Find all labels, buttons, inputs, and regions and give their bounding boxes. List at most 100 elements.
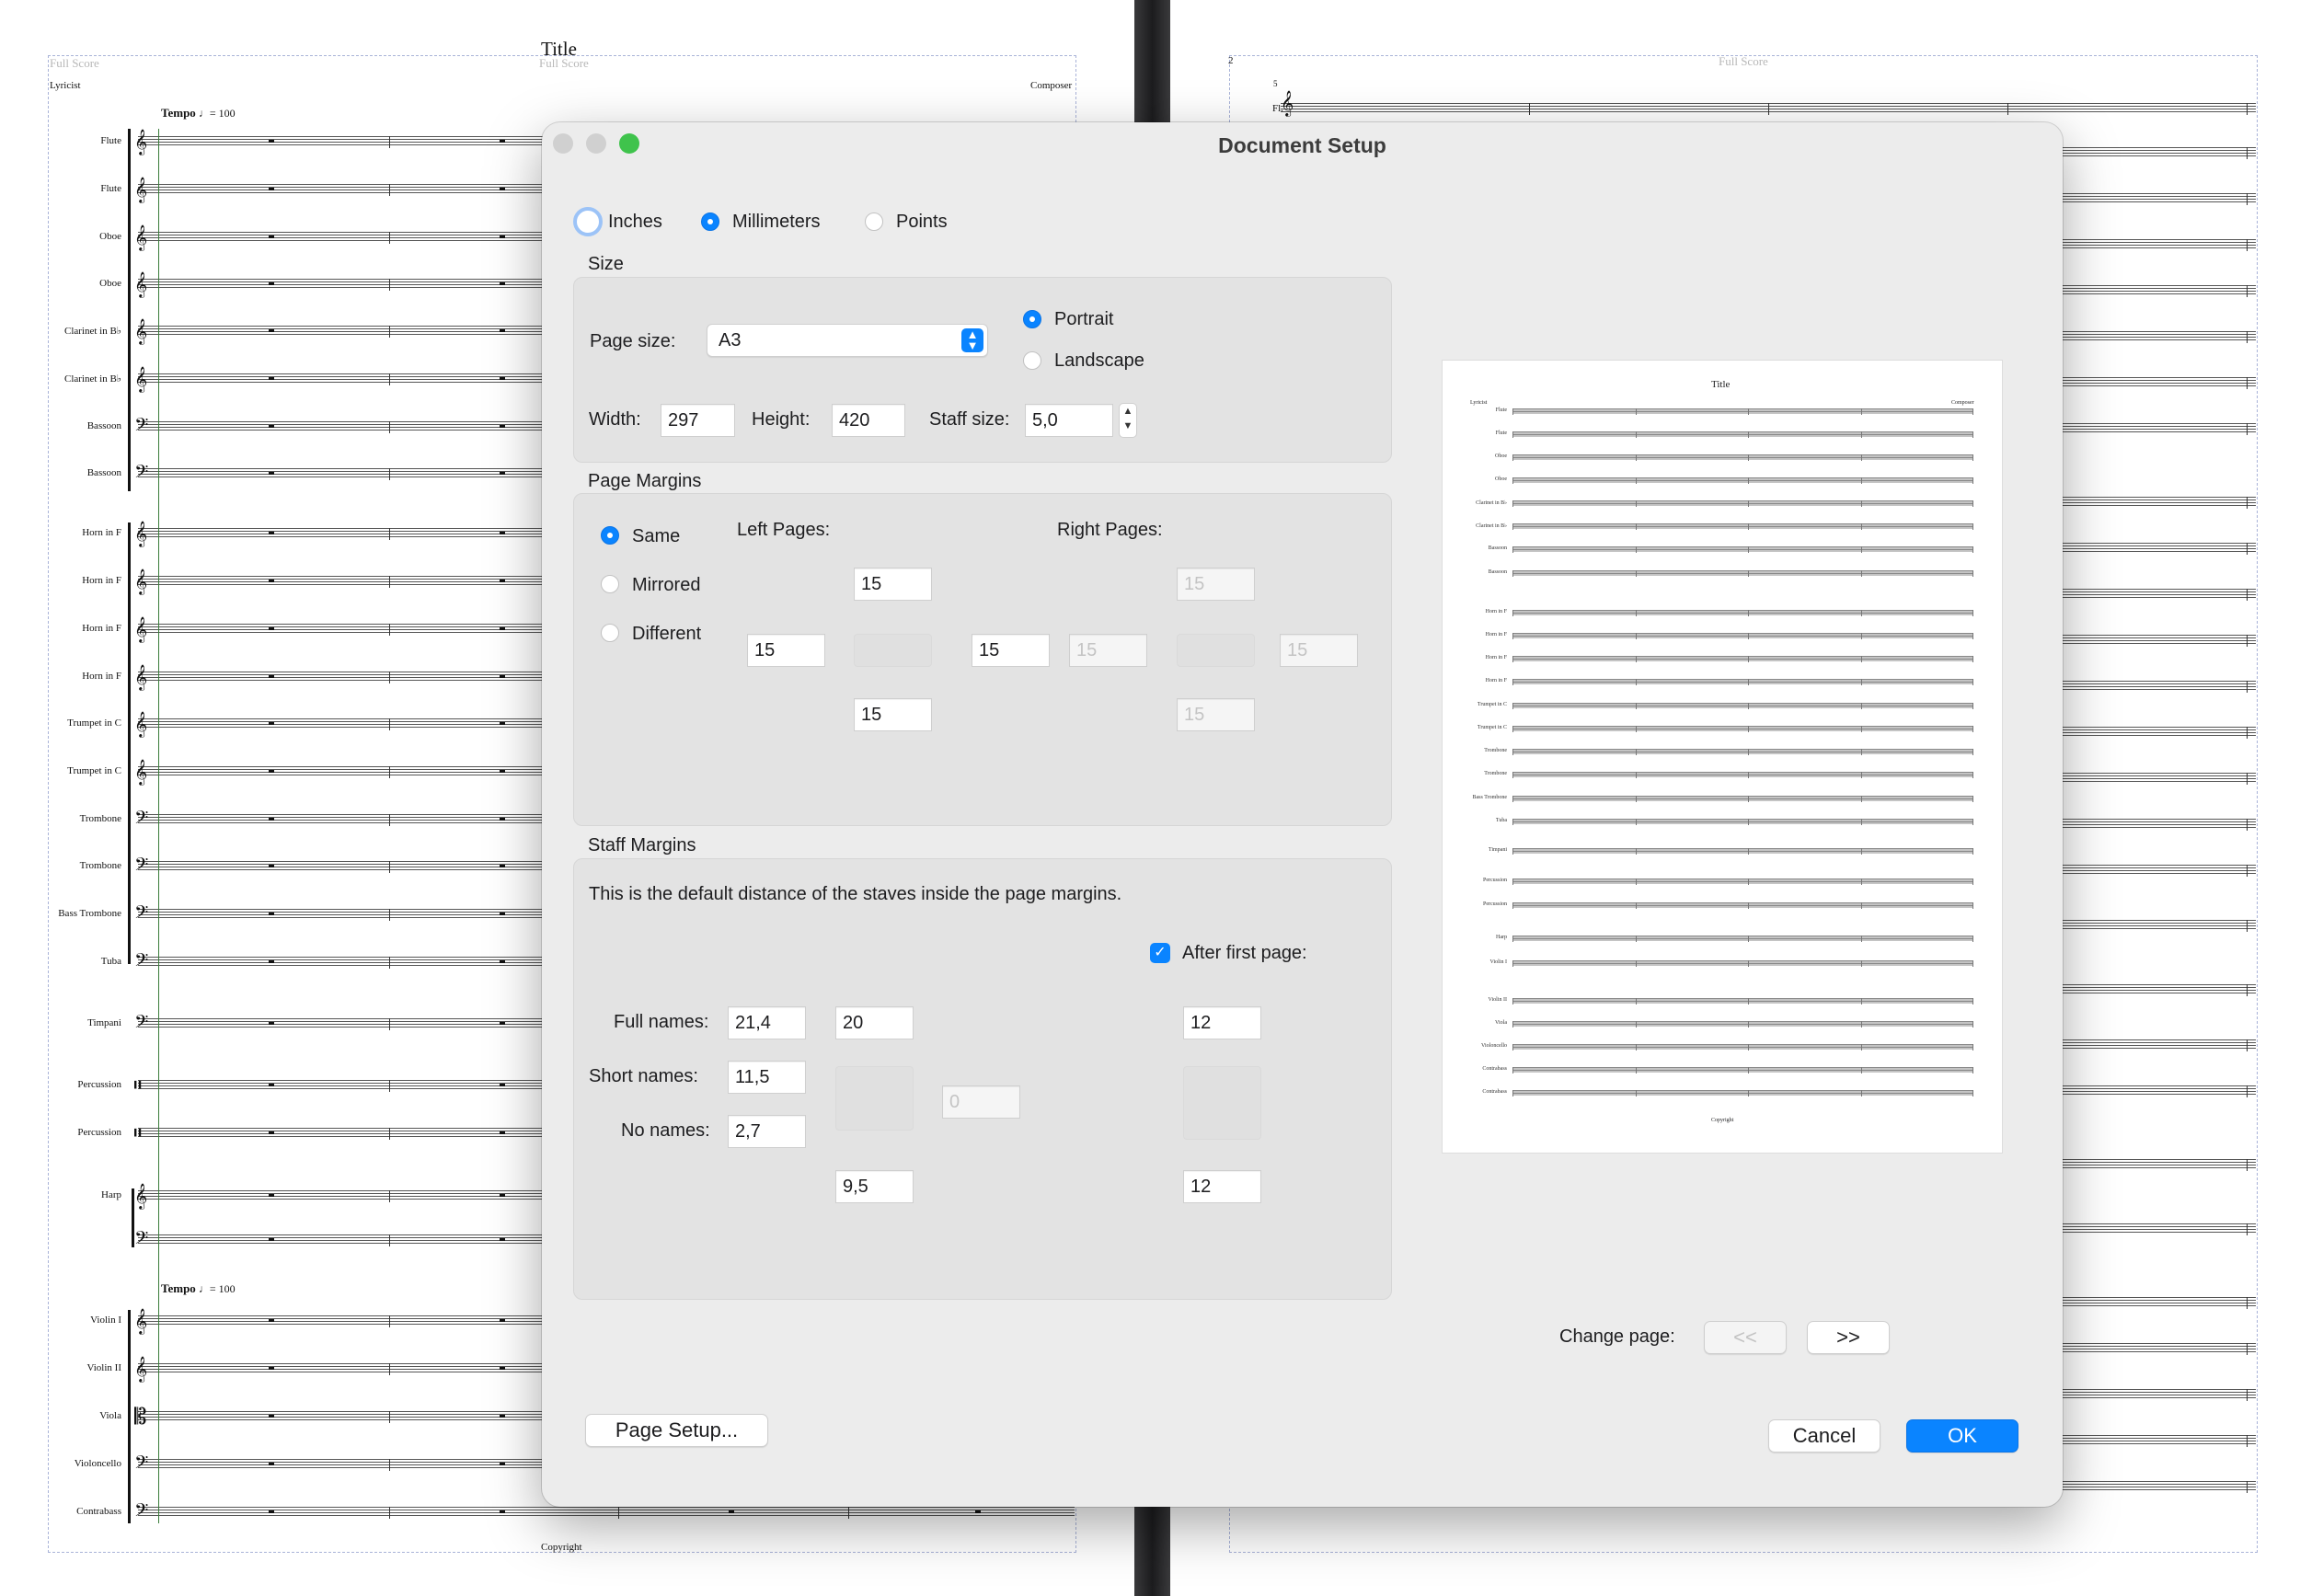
instrument-label[interactable]: Viola — [11, 1410, 121, 1421]
right-top-margin-field[interactable]: 15 — [1177, 568, 1255, 601]
width-field[interactable]: 297 — [661, 404, 735, 437]
whole-rest — [269, 532, 274, 534]
instrument-label[interactable]: Flute — [11, 183, 121, 194]
clef-icon: 𝄞 — [134, 759, 148, 785]
page-setup-button[interactable]: Page Setup... — [585, 1414, 768, 1447]
millimeters-radio[interactable] — [701, 212, 719, 231]
composer-text[interactable]: Composer — [1030, 80, 1072, 91]
instrument-label[interactable]: Violin II — [11, 1362, 121, 1373]
instrument-label[interactable]: Timpani — [11, 1017, 121, 1028]
instrument-label[interactable]: Violoncello — [11, 1458, 121, 1469]
height-field[interactable]: 420 — [832, 404, 905, 437]
instrument-label[interactable]: Clarinet in B♭ — [11, 373, 121, 385]
first-page-right-staff-margin[interactable]: 0 — [942, 1085, 1020, 1119]
instrument-label[interactable]: Oboe — [11, 231, 121, 242]
barline — [2247, 285, 2248, 297]
whole-rest — [269, 865, 274, 867]
preview-barline — [1512, 610, 1513, 616]
ok-button[interactable]: OK — [1906, 1419, 2018, 1452]
instrument-label[interactable]: Oboe — [11, 278, 121, 289]
different-radio[interactable] — [601, 624, 619, 642]
full-score-header: Full Score — [1719, 54, 1768, 68]
portrait-radio[interactable] — [1023, 310, 1041, 328]
score-title[interactable]: Title — [541, 38, 577, 61]
copyright-text[interactable]: Copyright — [541, 1542, 582, 1553]
instrument-label[interactable]: Percussion — [11, 1079, 121, 1090]
instrument-label[interactable]: Trumpet in C — [11, 765, 121, 776]
preview-barline — [1861, 454, 1862, 461]
right-bottom-margin-field[interactable]: 15 — [1177, 698, 1255, 731]
left-right-margin-field[interactable]: 15 — [972, 634, 1050, 667]
instrument-label[interactable]: Horn in F — [11, 575, 121, 586]
preview-instrument-label: Percussion — [1483, 878, 1507, 883]
next-page-button[interactable]: >> — [1807, 1321, 1890, 1354]
instrument-label[interactable]: Tuba — [11, 956, 121, 967]
clef-icon: 𝄢 — [134, 949, 149, 975]
preview-barline — [1861, 523, 1862, 530]
previous-page-button[interactable]: << — [1704, 1321, 1787, 1354]
whole-rest — [269, 140, 274, 143]
instrument-label[interactable]: Trombone — [11, 860, 121, 871]
tempo-marking-top[interactable]: Tempo ♩= 100 — [161, 106, 236, 121]
preview-barline — [1636, 454, 1637, 461]
staff-size-field[interactable]: 5,0 — [1025, 404, 1113, 437]
whole-rest — [269, 1367, 274, 1370]
inches-radio[interactable] — [573, 207, 603, 236]
no-names-field[interactable]: 2,7 — [728, 1115, 806, 1148]
mirrored-radio[interactable] — [601, 575, 619, 593]
clef-icon: 𝄥 — [134, 1073, 142, 1098]
points-radio[interactable] — [865, 212, 883, 231]
short-names-field[interactable]: 11,5 — [728, 1061, 806, 1094]
preview-instrument-label: Violin II — [1488, 997, 1507, 1003]
clef-icon: 𝄢 — [134, 414, 149, 440]
staff-size-stepper[interactable]: ▲ ▼ — [1119, 403, 1137, 438]
instrument-label[interactable]: Contrabass — [11, 1506, 121, 1517]
instrument-label[interactable]: Horn in F — [11, 671, 121, 682]
instrument-label[interactable]: Trombone — [11, 813, 121, 824]
preview-barline — [1748, 878, 1749, 885]
barline — [2247, 1223, 2248, 1235]
instrument-label[interactable]: Flute — [11, 135, 121, 146]
instrument-label[interactable]: Bass Trombone — [11, 908, 121, 919]
first-page-top-staff-margin[interactable]: 20 — [835, 1006, 914, 1039]
preview-barline — [1512, 454, 1513, 461]
after-first-top-staff-margin[interactable]: 12 — [1183, 1006, 1261, 1039]
tempo-marking-strings[interactable]: Tempo ♩= 100 — [161, 1281, 236, 1296]
instrument-label[interactable]: Harp — [11, 1189, 121, 1200]
preview-instrument-label: Trombone — [1484, 771, 1507, 776]
preview-lyricist: Lyricist — [1470, 400, 1488, 406]
clef-icon: 𝄞 — [134, 616, 148, 642]
instrument-label[interactable]: Bassoon — [11, 467, 121, 478]
after-first-bottom-staff-margin[interactable]: 12 — [1183, 1170, 1261, 1203]
left-left-margin-field[interactable]: 15 — [747, 634, 825, 667]
same-radio[interactable] — [601, 526, 619, 545]
preview-barline — [1636, 408, 1637, 415]
instrument-label[interactable]: Horn in F — [11, 623, 121, 634]
left-top-margin-field[interactable]: 15 — [854, 568, 932, 601]
instrument-label[interactable]: Violin I — [11, 1315, 121, 1326]
preview-staff — [1512, 1021, 1972, 1027]
instrument-label[interactable]: Percussion — [11, 1127, 121, 1138]
instrument-label[interactable]: Trumpet in C — [11, 718, 121, 729]
after-first-page-checkbox[interactable]: ✓ — [1150, 943, 1170, 963]
lyricist-text[interactable]: Lyricist — [50, 80, 81, 91]
cancel-button[interactable]: Cancel — [1768, 1419, 1880, 1452]
full-names-field[interactable]: 21,4 — [728, 1006, 806, 1039]
left-bottom-margin-field[interactable]: 15 — [854, 698, 932, 731]
barline — [2247, 239, 2248, 251]
right-left-margin-field[interactable]: 15 — [1069, 634, 1147, 667]
page-size-select[interactable]: A3 ▲ ▼ — [707, 324, 988, 357]
whole-rest — [500, 1319, 505, 1322]
landscape-radio[interactable] — [1023, 351, 1041, 370]
barline — [389, 184, 390, 196]
first-page-bottom-staff-margin[interactable]: 9,5 — [835, 1170, 914, 1203]
instrument-label[interactable]: Horn in F — [11, 527, 121, 538]
tempo-word: Tempo — [161, 1281, 196, 1295]
preview-staff — [1512, 679, 1972, 684]
preview-barline — [1748, 500, 1749, 507]
staff-margins-section-title: Staff Margins — [588, 835, 696, 855]
instrument-label[interactable]: Clarinet in B♭ — [11, 325, 121, 337]
right-right-margin-field[interactable]: 15 — [1280, 634, 1358, 667]
instrument-label[interactable]: Bassoon — [11, 420, 121, 431]
clef-icon: 𝄢 — [134, 461, 149, 487]
